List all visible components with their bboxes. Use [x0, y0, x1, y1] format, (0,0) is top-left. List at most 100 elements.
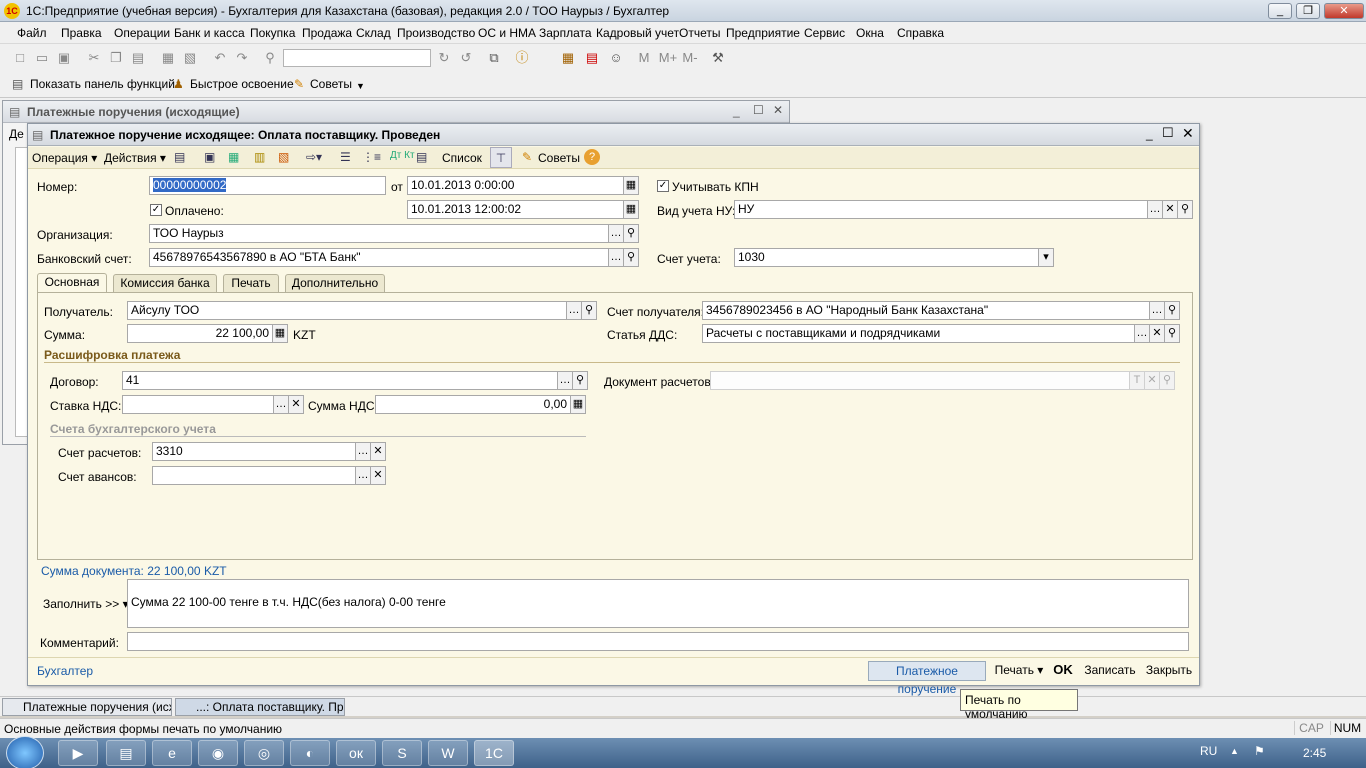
select-icon[interactable]: … [566, 301, 582, 320]
responsible-label[interactable]: Бухгалтер [37, 664, 93, 678]
close-icon[interactable]: ✕ [1182, 125, 1194, 142]
close-button[interactable]: Закрыть [1144, 661, 1194, 681]
menu-hr[interactable]: Кадровый учет [596, 26, 679, 40]
search-icon[interactable]: ⚲ [262, 50, 278, 66]
find-prev-icon[interactable]: ↺ [458, 50, 474, 66]
recipient-field[interactable]: Айсулу ТОО [127, 301, 567, 320]
menu-reports[interactable]: Отчеты [679, 26, 720, 40]
menu-edit[interactable]: Правка [61, 26, 102, 40]
kpn-checkbox[interactable]: ✓ [657, 180, 669, 192]
odnoklassniki-icon[interactable]: ок [336, 740, 376, 766]
select-icon[interactable]: … [1149, 301, 1165, 320]
clear-icon[interactable]: ✕ [1162, 200, 1178, 219]
chevron-down-icon[interactable]: ▼ [356, 81, 365, 91]
media-player-icon[interactable]: ▶ [58, 740, 98, 766]
memory-minus-icon[interactable]: M- [680, 50, 700, 66]
date-field[interactable]: 10.01.2013 0:00:00 [407, 176, 624, 195]
restore-icon[interactable]: ❐ [1296, 3, 1320, 19]
tips-button[interactable]: Советы [310, 77, 352, 91]
menu-sales[interactable]: Продажа [302, 26, 352, 40]
menu-production[interactable]: Производство [397, 26, 475, 40]
ok-button[interactable]: OK [1051, 661, 1075, 681]
quick-start-button[interactable]: Быстрое освоение [190, 77, 294, 91]
menu-purchase[interactable]: Покупка [250, 26, 295, 40]
paid-checkbox[interactable]: ✓ [150, 204, 162, 216]
dt-kt-icon[interactable]: Дт Кт [390, 150, 415, 161]
close-icon[interactable]: ✕ [1324, 3, 1364, 19]
search-icon[interactable]: ⚲ [581, 301, 597, 320]
tray-expand-icon[interactable]: ▲ [1230, 746, 1239, 756]
recipient-account-field[interactable]: 3456789023456 в АО "Народный Банк Казахс… [702, 301, 1150, 320]
select-icon[interactable]: … [608, 224, 624, 243]
find-next-icon[interactable]: ↻ [436, 50, 452, 66]
nu-field[interactable]: НУ [734, 200, 1148, 219]
new-icon[interactable]: □ [12, 50, 28, 66]
search-icon[interactable]: ⚲ [1164, 301, 1180, 320]
clear-icon[interactable]: ✕ [1144, 371, 1160, 390]
paid-date-field[interactable]: 10.01.2013 12:00:02 [407, 200, 624, 219]
account-field[interactable]: 1030 [734, 248, 1039, 267]
windows-icon[interactable]: ⧉ [486, 50, 502, 66]
task-payment-order[interactable]: ...: Оплата поставщику. Пр... [175, 698, 345, 716]
menu-bank[interactable]: Банк и касса [174, 26, 245, 40]
clear-icon[interactable]: ✕ [370, 442, 386, 461]
org-field[interactable]: ТОО Наурыз [149, 224, 609, 243]
purpose-field[interactable]: Сумма 22 100-00 тенге в т.ч. НДС(без нал… [127, 579, 1189, 628]
actions-menu[interactable]: Действия ▾ [104, 151, 166, 165]
menu-warehouse[interactable]: Склад [356, 26, 391, 40]
1c-app-icon[interactable]: 1С [474, 740, 514, 766]
select-icon[interactable]: … [1147, 200, 1163, 219]
open-icon[interactable]: ▭ [34, 50, 50, 66]
post-close-icon[interactable]: ▣ [204, 150, 215, 164]
menu-operations[interactable]: Операции [114, 26, 170, 40]
calculator-icon[interactable]: ▦ [570, 395, 586, 414]
goto-icon[interactable]: ⇨▾ [306, 150, 322, 164]
settlement-account-field[interactable]: 3310 [152, 442, 356, 461]
menu-help[interactable]: Справка [897, 26, 944, 40]
help-icon[interactable]: ? [584, 149, 600, 165]
clear-icon[interactable]: ✕ [1149, 324, 1165, 343]
contract-field[interactable]: 41 [122, 371, 558, 390]
vat-rate-field[interactable] [122, 395, 274, 414]
users-icon[interactable]: ☺ [608, 50, 624, 66]
info-icon[interactable]: ⓘ [514, 50, 530, 66]
calendar-icon[interactable]: ▦ [623, 176, 639, 195]
search-icon[interactable]: ⚲ [1159, 371, 1175, 390]
type-icon[interactable]: T [1129, 371, 1145, 390]
skype-icon[interactable]: S [382, 740, 422, 766]
search-icon[interactable]: ⚲ [1164, 324, 1180, 343]
calendar-icon[interactable]: ▦ [623, 200, 639, 219]
clock[interactable]: 2:45 [1303, 746, 1326, 760]
select-icon[interactable]: … [1134, 324, 1150, 343]
chevron-down-icon[interactable]: ▾ [1038, 248, 1054, 267]
menu-windows[interactable]: Окна [856, 26, 884, 40]
save-button[interactable]: Записать [1082, 661, 1138, 681]
memory-plus-icon[interactable]: M+ [658, 50, 678, 66]
tab-print[interactable]: Печать [223, 274, 279, 292]
menu-file[interactable]: Файл [17, 26, 47, 40]
copy-icon[interactable]: ❐ [108, 50, 124, 66]
select-icon[interactable]: … [355, 466, 371, 485]
minimize-icon[interactable]: _ [1146, 127, 1153, 141]
print-preview-icon[interactable]: ▧ [182, 50, 198, 66]
cut-icon[interactable]: ✂ [86, 50, 102, 66]
menu-service[interactable]: Сервис [804, 26, 845, 40]
menu-assets[interactable]: ОС и НМА [478, 26, 536, 40]
vat-sum-field[interactable]: 0,00 [375, 395, 571, 414]
word-icon[interactable]: W [428, 740, 468, 766]
search-icon[interactable]: ⚲ [623, 224, 639, 243]
select-icon[interactable]: … [355, 442, 371, 461]
journal-icon[interactable]: ▤ [416, 150, 427, 164]
mark-delete-icon[interactable]: ▧ [278, 150, 289, 164]
hierarchy-icon[interactable]: ⋮≡ [362, 150, 381, 164]
tools-icon[interactable]: ⚒ [710, 50, 726, 66]
comment-field[interactable] [127, 632, 1189, 651]
structure-icon[interactable]: ☰ [340, 150, 351, 164]
search-input[interactable] [283, 49, 431, 67]
maximize-icon[interactable]: ☐ [1162, 125, 1174, 141]
minimize-icon[interactable]: _ [1268, 3, 1292, 19]
settlement-doc-field[interactable] [710, 371, 1130, 390]
close-icon[interactable]: ✕ [773, 103, 783, 117]
tips-button[interactable]: Советы [538, 151, 580, 165]
paste-icon[interactable]: ▤ [130, 50, 146, 66]
